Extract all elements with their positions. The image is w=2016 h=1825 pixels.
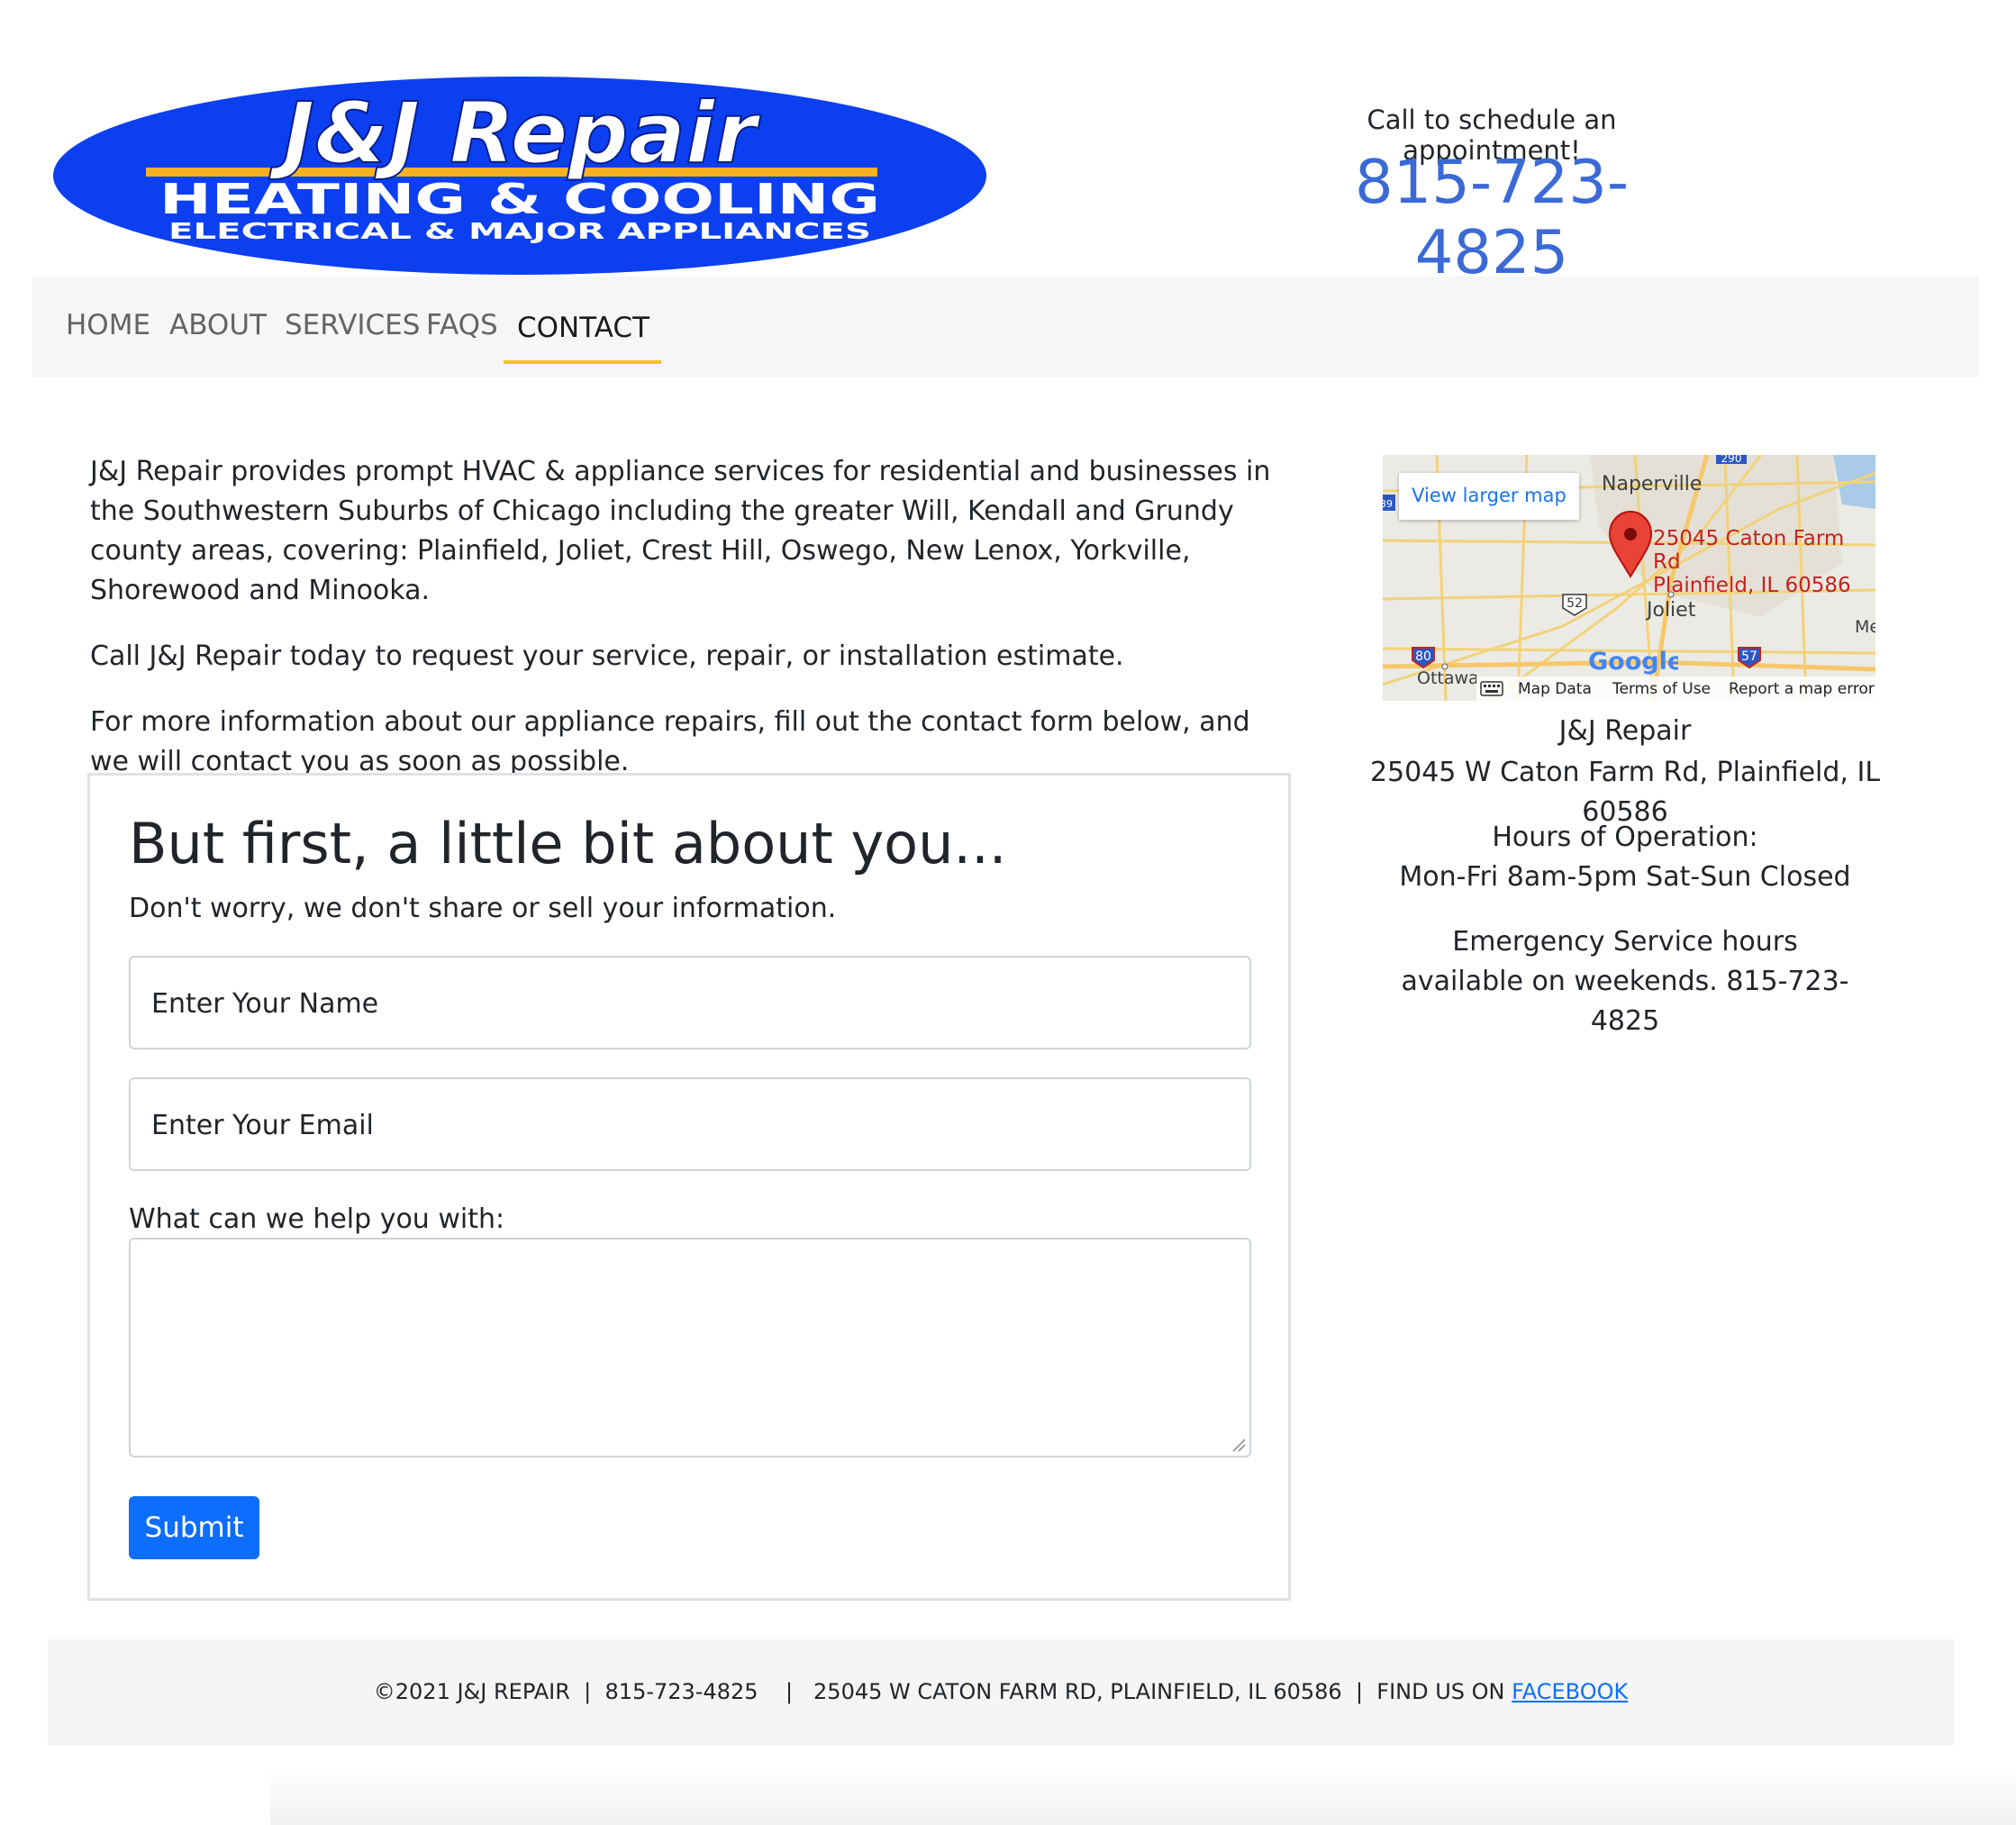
map-footer-bar: Map Data Terms of Use Report a map error <box>1476 676 1875 701</box>
pin-address-line: 25045 Caton Farm Rd <box>1653 527 1845 574</box>
footer-info: ©2021 J&J REPAIR | 815-723-4825 | 25045 … <box>48 1679 1954 1704</box>
svg-text:57: 57 <box>1741 649 1757 664</box>
site-footer: ©2021 J&J REPAIR | 815-723-4825 | 25045 … <box>48 1639 1954 1746</box>
pin-city-line: Plainfield, IL 60586 <box>1653 574 1851 597</box>
nav-faqs[interactable]: FAQS <box>426 309 498 341</box>
route-shield-39-icon: 39 <box>1383 495 1395 511</box>
form-heading: But first, a little bit about you... <box>129 811 1007 876</box>
header-phone-link[interactable]: 815-723-4825 <box>1288 147 1695 287</box>
intro-paragraph: Call J&J Repair today to request your se… <box>90 640 1124 672</box>
emergency-service-note: Emergency Service hours available on wee… <box>1401 926 1849 1037</box>
intro-paragraph: For more information about our appliance… <box>90 706 1250 777</box>
business-name: J&J Repair <box>1558 715 1692 747</box>
svg-text:52: 52 <box>1566 596 1583 611</box>
svg-text:80: 80 <box>1415 649 1431 664</box>
route-shield-52-icon: 52 <box>1562 594 1587 616</box>
svg-text:Google: Google <box>1588 648 1678 676</box>
intro-text: J&J Repair provides prompt HVAC & applia… <box>90 452 1297 808</box>
help-textarea[interactable] <box>129 1238 1251 1457</box>
hours-value: Mon-Fri 8am-5pm Sat-Sun Closed <box>1399 861 1851 893</box>
main-nav: HOME ABOUT SERVICES FAQS CONTACT <box>32 277 1978 377</box>
route-shield-290-icon: 290 <box>1716 455 1747 465</box>
view-larger-map-box: View larger map <box>1399 473 1579 520</box>
nav-home[interactable]: HOME <box>66 309 150 341</box>
logo-subtitle: HEATING & COOLING <box>159 175 880 223</box>
hours-label: Hours of Operation: <box>1492 822 1758 853</box>
page-bottom-shadow <box>270 1766 2016 1825</box>
map-place-partial: Me <box>1855 617 1875 637</box>
nav-services[interactable]: SERVICES <box>285 309 420 341</box>
keyboard-icon[interactable] <box>1480 681 1503 696</box>
svg-text:39: 39 <box>1383 498 1393 510</box>
report-map-error-link[interactable]: Report a map error <box>1729 680 1875 698</box>
location-map[interactable]: 52 80 57 290 39 View larger map Napervil… <box>1383 455 1875 701</box>
svg-text:290: 290 <box>1721 455 1742 465</box>
map-place-ottawa: Ottawa <box>1417 668 1479 688</box>
nav-contact[interactable]: CONTACT <box>517 312 649 344</box>
footer-text: ©2021 J&J REPAIR | 815-723-4825 | 25045 … <box>373 1679 1512 1704</box>
view-larger-map-link[interactable]: View larger map <box>1399 485 1579 506</box>
nav-about[interactable]: ABOUT <box>169 309 267 341</box>
email-placeholder: Enter Your Email <box>151 1110 374 1141</box>
logo-title: J&J Repair <box>268 85 761 183</box>
name-input[interactable]: Enter Your Name <box>129 956 1251 1049</box>
help-label: What can we help you with: <box>129 1203 505 1235</box>
map-place-naperville: Naperville <box>1602 473 1703 495</box>
resize-handle-icon[interactable] <box>1231 1438 1246 1452</box>
submit-button[interactable]: Submit <box>129 1496 259 1559</box>
intro-paragraph: J&J Repair provides prompt HVAC & applia… <box>90 456 1271 606</box>
map-pin-label: 25045 Caton Farm Rd Plainfield, IL 60586 <box>1653 527 1875 597</box>
map-data-link[interactable]: Map Data <box>1518 680 1592 698</box>
form-privacy-note: Don't worry, we don't share or sell your… <box>129 893 837 924</box>
name-placeholder: Enter Your Name <box>151 988 379 1020</box>
map-place-joliet: Joliet <box>1647 599 1696 622</box>
terms-of-use-link[interactable]: Terms of Use <box>1612 680 1711 698</box>
active-tab-indicator <box>504 360 661 364</box>
facebook-link[interactable]: FACEBOOK <box>1512 1679 1628 1704</box>
email-input[interactable]: Enter Your Email <box>129 1077 1251 1171</box>
logo-tagline: ELECTRICAL & MAJOR APPLIANCES <box>168 218 871 244</box>
company-logo[interactable]: J&J Repair HEATING & COOLING ELECTRICAL … <box>51 74 988 277</box>
